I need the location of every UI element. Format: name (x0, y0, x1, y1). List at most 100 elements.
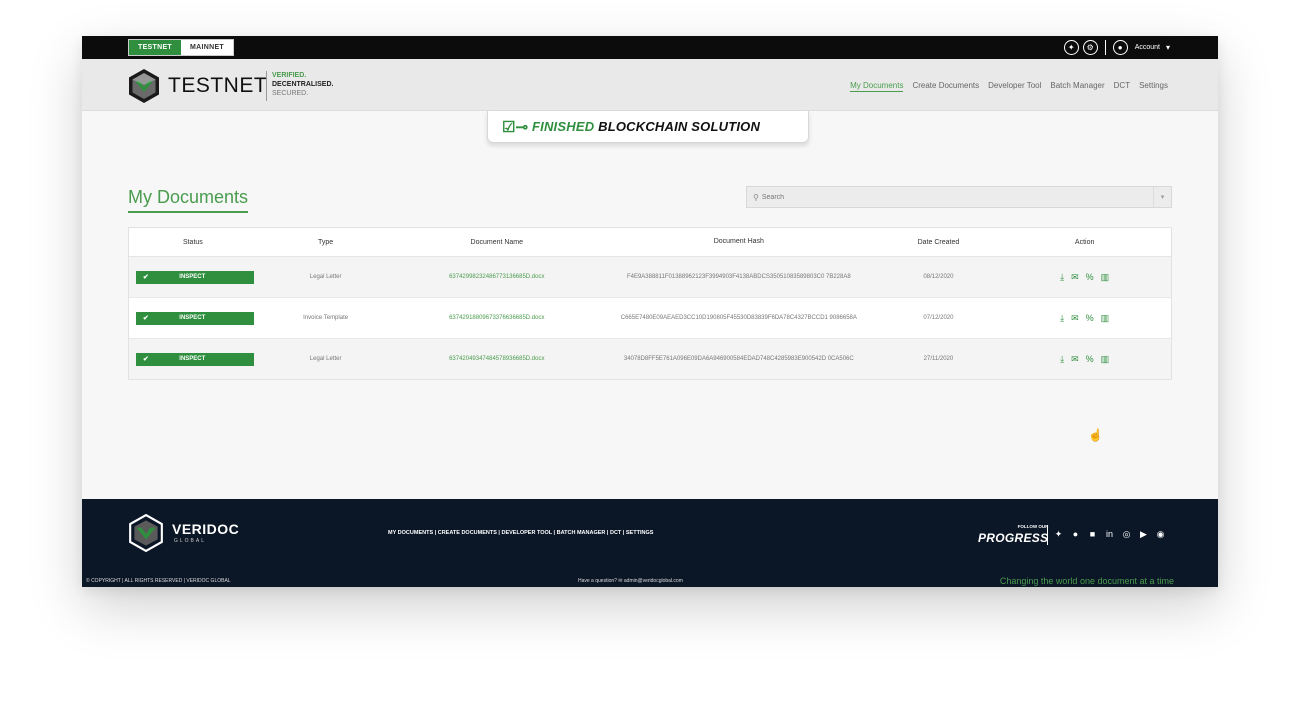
status-cell: ✔ INSPECT (129, 311, 257, 325)
link-icon[interactable]: % (1086, 272, 1094, 283)
chart-icon[interactable]: ▥ (1101, 313, 1110, 324)
brand-title: TESTNET (168, 74, 268, 97)
search-bar: ⚲ ▾ (746, 186, 1172, 208)
veridoc-footer-logo-icon[interactable] (127, 514, 165, 552)
inspect-label: INSPECT (179, 315, 206, 321)
page-title: My Documents (128, 187, 249, 213)
table-row: ✔ INSPECT Legal Letter 63742049347484578… (129, 339, 1171, 379)
nav-settings[interactable]: Settings (1139, 81, 1168, 92)
chevron-down-icon[interactable]: ▾ (1166, 43, 1170, 52)
document-name-link[interactable]: 63742918809673376636685D.docx (394, 315, 599, 321)
instagram-icon[interactable]: ◎ (1122, 529, 1131, 539)
column-header-date-created: Date Created (917, 238, 960, 246)
status-cell: ✔ INSPECT (129, 270, 257, 284)
type-cell: Legal Letter (309, 274, 342, 280)
download-icon[interactable]: ⤓ (1060, 354, 1064, 365)
chart-icon[interactable]: ▥ (1101, 354, 1110, 365)
inspect-button[interactable]: ✔ INSPECT (135, 270, 254, 284)
documents-table: Status Type Document Name Document Hash … (128, 227, 1172, 380)
document-hash: 34078D8FF5E761A096E09DA6A946900584EDAD74… (623, 356, 854, 362)
row-actions: ⤓ ✉ % ▥ (998, 272, 1171, 283)
header: TESTNET VERIFIED. DECENTRALISED. SECURED… (82, 59, 1218, 111)
footer-brand-sub: GLOBAL (174, 538, 207, 544)
search-dropdown-toggle[interactable]: ▾ (1153, 187, 1171, 207)
tagline-verified: VERIFIED. (272, 72, 307, 79)
promo-banner: ☑⊸ FINISHED BLOCKCHAIN SOLUTION (487, 111, 809, 143)
email-icon[interactable]: ✉ (1071, 354, 1079, 365)
date-cell: 08/12/2020 (923, 274, 954, 280)
action-cell: ⤓ ✉ % ▥ (998, 354, 1171, 365)
telegram-icon[interactable]: ◉ (1156, 529, 1165, 539)
date-cell: 07/12/2020 (923, 315, 954, 321)
type-cell: Legal Letter (309, 356, 342, 362)
linkedin-icon[interactable]: in (1105, 529, 1114, 539)
row-actions: ⤓ ✉ % ▥ (998, 313, 1171, 324)
testnet-toggle[interactable]: TESTNET (129, 40, 181, 55)
inspect-button[interactable]: ✔ INSPECT (135, 352, 254, 366)
main-nav: My Documents Create Documents Developer … (850, 81, 1168, 92)
follow-small-text: FOLLOW OUR (1017, 524, 1049, 529)
column-header-type: Type (318, 238, 334, 246)
banner-text: FINISHED BLOCKCHAIN SOLUTION (532, 119, 760, 134)
nav-create-documents[interactable]: Create Documents (912, 81, 979, 92)
browser-frame: TESTNET MAINNET ✦ ⚙ ● Account ▾ TESTNET … (82, 36, 1218, 587)
document-name-link[interactable]: 63742049347484578936685D.docx (394, 356, 599, 362)
banner-text-green: FINISHED (532, 119, 595, 134)
status-cell: ✔ INSPECT (129, 352, 257, 366)
nav-dct[interactable]: DCT (1114, 81, 1130, 92)
tagline-decentralised: DECENTRALISED. (272, 81, 334, 88)
table-row: ✔ INSPECT Invoice Template 6374291880967… (129, 298, 1171, 339)
tagline: VERIFIED. DECENTRALISED. SECURED. (272, 71, 333, 98)
mouse-cursor-icon: ☝ (1088, 428, 1103, 442)
email-icon[interactable]: ✉ (1071, 313, 1079, 324)
link-icon[interactable]: % (1086, 313, 1094, 324)
column-header-document-name: Document Name (470, 238, 524, 246)
link-icon[interactable]: % (1086, 354, 1094, 365)
nav-developer-tool[interactable]: Developer Tool (988, 81, 1041, 92)
nav-batch-manager[interactable]: Batch Manager (1050, 81, 1104, 92)
row-actions: ⤓ ✉ % ▥ (998, 354, 1171, 365)
document-hash: C665E7480E09AEAED3CC10D190805F45530D8383… (620, 315, 857, 321)
column-header-status: Status (182, 238, 203, 246)
table-header: Status Type Document Name Document Hash … (129, 228, 1171, 257)
youtube-icon[interactable]: ▶ (1139, 529, 1148, 539)
twitter-icon[interactable]: ✦ (1054, 529, 1063, 539)
document-name-link[interactable]: 6374299823248677313668​5D.docx (394, 274, 599, 280)
follow-big-text: PROGRESS (978, 531, 1049, 545)
search-input[interactable] (761, 193, 1142, 201)
brand-divider (266, 71, 267, 101)
copyright-text: © COPYRIGHT | ALL RIGHTS RESERVED | VERI… (86, 578, 231, 584)
footer-nav[interactable]: MY DOCUMENTS | CREATE DOCUMENTS | DEVELO… (388, 530, 653, 536)
inspect-button[interactable]: ✔ INSPECT (135, 311, 254, 325)
social-links: ✦ ● ■ in ◎ ▶ ◉ (1054, 529, 1165, 539)
footer-brand: VERIDOC (172, 521, 240, 537)
inspect-label: INSPECT (179, 356, 206, 362)
search-icon: ⚲ (753, 192, 759, 202)
account-icon[interactable]: ● (1112, 40, 1128, 55)
footer-bottom-bar: © COPYRIGHT | ALL RIGHTS RESERVED | VERI… (82, 575, 1218, 587)
action-cell: ⤓ ✉ % ▥ (998, 272, 1171, 283)
settings-icon[interactable]: ⚙ (1082, 40, 1098, 55)
twitter-icon[interactable]: ✦ (1063, 40, 1079, 55)
reddit-icon[interactable]: ● (1071, 529, 1080, 539)
chart-icon[interactable]: ▥ (1101, 272, 1110, 283)
network-switch: TESTNET MAINNET (128, 39, 234, 56)
column-header-document-hash: Document Hash (713, 238, 764, 245)
veridoc-logo-icon[interactable] (126, 68, 162, 104)
nav-my-documents[interactable]: My Documents (850, 81, 904, 92)
download-icon[interactable]: ⤓ (1060, 313, 1064, 324)
email-icon[interactable]: ✉ (1071, 272, 1079, 283)
table-row: ✔ INSPECT Legal Letter 63742998232486773… (129, 257, 1171, 298)
column-header-action: Action (1074, 238, 1095, 246)
download-icon[interactable]: ⤓ (1060, 272, 1064, 283)
facebook-icon[interactable]: ■ (1088, 529, 1097, 539)
checkbox-chain-icon: ☑⊸ (502, 118, 529, 136)
top-right-controls: ✦ ⚙ ● Account ▾ (1063, 39, 1170, 56)
type-cell: Invoice Template (303, 315, 349, 321)
account-label[interactable]: Account (1135, 44, 1160, 51)
action-cell: ⤓ ✉ % ▥ (998, 313, 1171, 324)
top-bar: TESTNET MAINNET ✦ ⚙ ● Account ▾ (82, 36, 1218, 59)
contact-email-link[interactable]: Have a question? ✉ admin@veridocglobal.c… (578, 578, 683, 584)
mainnet-toggle[interactable]: MAINNET (181, 40, 233, 55)
banner-text-dark: BLOCKCHAIN SOLUTION (598, 119, 761, 134)
